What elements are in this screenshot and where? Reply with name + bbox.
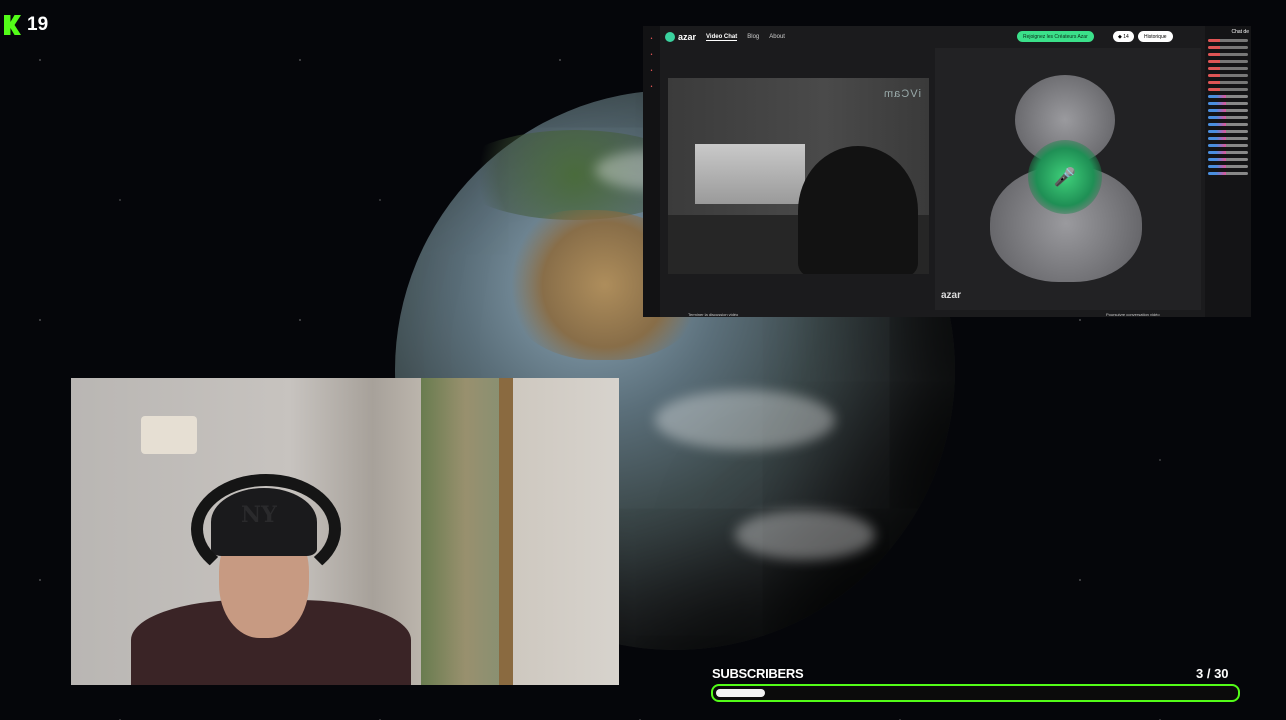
kick-logo-icon [4, 15, 21, 35]
join-creators-button[interactable]: Rejoignez les Créateurs Azar [1017, 31, 1094, 42]
end-chat-caption[interactable]: Terminer la discussion vidéo [688, 312, 738, 317]
kick-viewer-widget: 19 [4, 14, 48, 36]
history-button[interactable]: Historique [1138, 31, 1173, 42]
streamer-webcam: NY [71, 378, 619, 685]
subscribers-progress-bar [711, 684, 1240, 702]
nav-video-chat[interactable]: Video Chat [706, 34, 738, 41]
partner-video-placeholder: 🎤 [935, 48, 1201, 310]
azar-footer-logo: azar [941, 290, 962, 301]
self-video-feed: iVCam [668, 78, 929, 274]
subscribers-progress-fill [716, 689, 765, 697]
azar-logo[interactable]: azar [665, 32, 696, 42]
viewer-count: 19 [27, 14, 49, 35]
left-chat-strip: • • • • [643, 26, 660, 317]
gem-icon: ◆ [1118, 33, 1122, 40]
chat-title: Chat de [1231, 29, 1249, 35]
gems-badge[interactable]: ◆ 14 [1113, 31, 1134, 42]
remote-person [798, 146, 918, 274]
headphones [191, 474, 341, 584]
subscribers-label: SUBSCRIBERS [712, 666, 804, 681]
azar-navbar: azar Video Chat Blog About [665, 26, 1217, 48]
nav-about[interactable]: About [769, 34, 785, 40]
nav-blog[interactable]: Blog [747, 34, 759, 40]
projector-screen [695, 144, 805, 204]
plants [421, 378, 511, 685]
ivcam-watermark: iVCam [882, 88, 921, 100]
wall-lamp [141, 416, 197, 454]
subscribers-count: 3 / 30 [1196, 666, 1229, 681]
microphone-icon[interactable]: 🎤 [1028, 140, 1102, 214]
next-chat-caption[interactable]: Poursuivre conversation vidéo [1106, 312, 1160, 317]
azar-browser-capture: • • • • azar Video Chat Blog About Rejoigne… [643, 26, 1251, 317]
azar-logo-icon [665, 32, 675, 42]
stream-chat-panel: Chat de [1205, 26, 1251, 317]
